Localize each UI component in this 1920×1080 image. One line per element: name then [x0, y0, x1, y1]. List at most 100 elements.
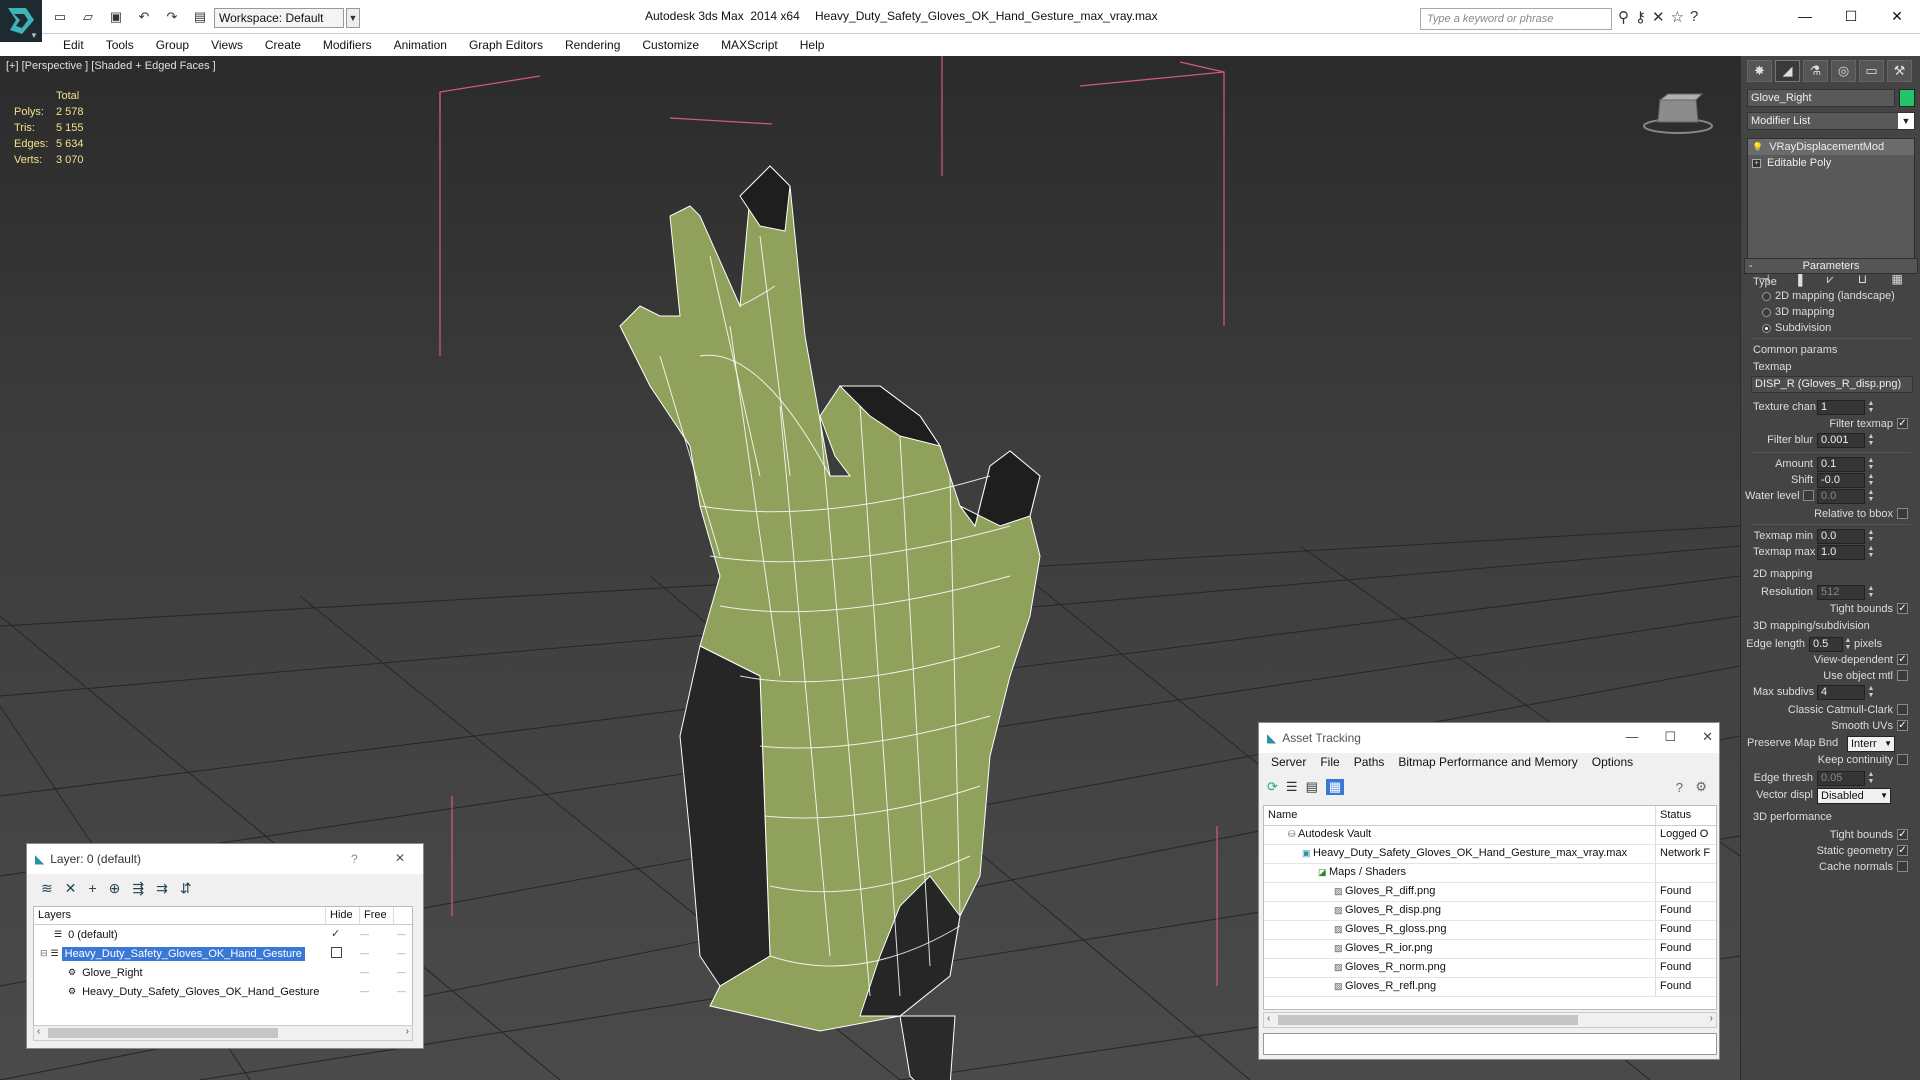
texture-chan-spinner[interactable]: 1: [1817, 400, 1865, 415]
resolution-spinner[interactable]: 512: [1817, 585, 1865, 600]
filter-blur-spinner[interactable]: 0.001: [1817, 433, 1865, 448]
hide-toggle[interactable]: —: [360, 929, 372, 939]
texmap-button[interactable]: DISP_R (Gloves_R_disp.png): [1751, 376, 1913, 393]
workspace-menu-arrow[interactable]: ▼: [346, 8, 360, 28]
utilities-tab-icon[interactable]: ⚒: [1887, 60, 1912, 82]
asset-row[interactable]: ◪ Maps / Shaders: [1264, 864, 1716, 883]
maximize-icon[interactable]: ☐: [1664, 729, 1676, 745]
key-icon[interactable]: ⚷: [1635, 8, 1646, 26]
freeze-toggle[interactable]: —: [397, 967, 409, 977]
tool-help-icon[interactable]: ⚙: [1695, 779, 1707, 795]
modifier-list-dropdown[interactable]: Modifier List ▼: [1747, 112, 1915, 130]
layer-row[interactable]: ⚙ Heavy_Duty_Safety_Gloves_OK_Hand_Gestu…: [34, 982, 412, 1001]
amount-spinner[interactable]: 0.1: [1817, 457, 1865, 472]
menu-customize[interactable]: Customize: [631, 34, 710, 56]
collapse-icon[interactable]: ⊟: [40, 948, 48, 959]
highlight-layer-icon[interactable]: ⇉: [156, 880, 168, 897]
object-name-field[interactable]: Glove_Right: [1747, 89, 1895, 107]
minimize-button[interactable]: —: [1782, 0, 1828, 32]
create-layer-icon[interactable]: +: [88, 880, 96, 896]
layer-explorer-titlebar[interactable]: ◣ Layer: 0 (default) ? ✕: [27, 844, 423, 874]
details-view-icon[interactable]: ▤: [1306, 779, 1318, 795]
column-layers[interactable]: Layers: [34, 907, 326, 924]
asset-path-field[interactable]: [1263, 1033, 1717, 1055]
hide-toggle[interactable]: —: [360, 986, 372, 996]
water-level-spinner[interactable]: 0.0: [1817, 489, 1865, 504]
parameters-rollout-header[interactable]: - Parameters: [1744, 258, 1918, 274]
scroll-left-icon[interactable]: ‹: [37, 1026, 40, 1037]
tight-bounds-perf-checkbox[interactable]: ✓: [1897, 829, 1908, 840]
active-layer-box-icon[interactable]: [331, 947, 342, 958]
binoculars-icon[interactable]: ⚲: [1618, 8, 1629, 26]
asset-horizontal-scrollbar[interactable]: ‹ ›: [1263, 1012, 1717, 1028]
spinner-arrows-icon[interactable]: ▲ ▼: [1867, 585, 1875, 600]
column-status[interactable]: Status: [1656, 806, 1695, 825]
freeze-toggle[interactable]: —: [397, 986, 409, 996]
menu-help[interactable]: Help: [789, 34, 836, 56]
menu-create[interactable]: Create: [254, 34, 312, 56]
texmap-min-spinner[interactable]: 0.0: [1817, 529, 1865, 544]
asset-row[interactable]: ⛁ Autodesk Vault Logged O: [1264, 826, 1716, 845]
create-tab-icon[interactable]: ✸: [1747, 60, 1772, 82]
menu-animation[interactable]: Animation: [383, 34, 458, 56]
column-name[interactable]: Name: [1264, 806, 1656, 825]
menu-edit[interactable]: Edit: [52, 34, 95, 56]
table-view-icon[interactable]: ▦: [1325, 779, 1345, 795]
spinner-arrows-icon[interactable]: ▲ ▼: [1867, 545, 1875, 560]
asset-menu-bitmap[interactable]: Bitmap Performance and Memory: [1392, 753, 1585, 773]
keep-continuity-checkbox[interactable]: [1897, 754, 1908, 765]
layer-row[interactable]: ☰ 0 (default) ✓ — —: [34, 925, 412, 944]
exchange-icon[interactable]: ✕: [1652, 8, 1665, 26]
spinner-arrows-icon[interactable]: ▲ ▼: [1867, 433, 1875, 448]
asset-menu-paths[interactable]: Paths: [1348, 753, 1393, 773]
spinner-arrows-icon[interactable]: ▲ ▼: [1867, 473, 1875, 488]
asset-row[interactable]: ▨ Gloves_R_ior.png Found: [1264, 940, 1716, 959]
spinner-arrows-icon[interactable]: ▲ ▼: [1867, 529, 1875, 544]
spinner-arrows-icon[interactable]: ▲ ▼: [1867, 400, 1875, 415]
relative-bbox-checkbox[interactable]: [1897, 508, 1908, 519]
workspace-dropdown[interactable]: Workspace: Default: [214, 8, 344, 28]
modify-tab-icon[interactable]: ◢: [1775, 60, 1800, 82]
new-file-icon[interactable]: ▭: [48, 7, 72, 27]
spinner-arrows-icon[interactable]: ▲ ▼: [1867, 771, 1875, 786]
minimize-icon[interactable]: —: [1625, 729, 1638, 745]
hide-toggle[interactable]: —: [360, 967, 372, 977]
radio-3d-mapping[interactable]: [1762, 308, 1771, 317]
menu-tools[interactable]: Tools: [95, 34, 145, 56]
layer-filter-icon[interactable]: ≋: [41, 880, 53, 897]
view-dependent-checkbox[interactable]: ✓: [1897, 654, 1908, 665]
layer-object-name[interactable]: Glove_Right: [79, 966, 146, 980]
project-folder-icon[interactable]: ▤: [188, 7, 212, 27]
menu-maxscript[interactable]: MAXScript: [710, 34, 789, 56]
asset-row[interactable]: ▨ Gloves_R_norm.png Found: [1264, 959, 1716, 978]
radio-subdivision[interactable]: [1762, 324, 1771, 333]
scrollbar-thumb[interactable]: [1278, 1015, 1578, 1025]
select-in-layer-icon[interactable]: ⇶: [132, 880, 144, 897]
stack-item-vray-displacement[interactable]: 💡 VRayDisplacementMod: [1748, 139, 1914, 155]
asset-row[interactable]: ▨ Gloves_R_refl.png Found: [1264, 978, 1716, 997]
menu-graph-editors[interactable]: Graph Editors: [458, 34, 554, 56]
scroll-right-icon[interactable]: ›: [406, 1026, 409, 1037]
close-icon[interactable]: ✕: [395, 851, 405, 865]
expand-icon[interactable]: +: [1752, 158, 1761, 168]
add-to-layer-icon[interactable]: ⊕: [109, 880, 121, 897]
preserve-map-bnd-dropdown[interactable]: Interr ▼: [1847, 736, 1895, 752]
layer-horizontal-scrollbar[interactable]: ‹ ›: [33, 1025, 413, 1041]
max-subdivs-spinner[interactable]: 4: [1817, 685, 1865, 700]
undo-icon[interactable]: ↶: [132, 7, 156, 27]
asset-row[interactable]: ▨ Gloves_R_diff.png Found: [1264, 883, 1716, 902]
layer-object-name[interactable]: Heavy_Duty_Safety_Gloves_OK_Hand_Gesture: [79, 985, 322, 999]
scroll-right-icon[interactable]: ›: [1710, 1013, 1713, 1024]
search-input[interactable]: Type a keyword or phrase: [1420, 8, 1612, 30]
motion-tab-icon[interactable]: ◎: [1831, 60, 1856, 82]
tight-bounds-checkbox[interactable]: ✓: [1897, 603, 1908, 614]
active-layer-check-icon[interactable]: ✓: [331, 927, 340, 940]
scrollbar-thumb[interactable]: [48, 1028, 278, 1038]
asset-row[interactable]: ▣ Heavy_Duty_Safety_Gloves_OK_Hand_Gestu…: [1264, 845, 1716, 864]
asset-row[interactable]: ▨ Gloves_R_gloss.png Found: [1264, 921, 1716, 940]
open-file-icon[interactable]: ▱: [76, 7, 100, 27]
edge-thresh-spinner[interactable]: 0.05: [1817, 771, 1865, 786]
layer-name[interactable]: 0 (default): [65, 928, 121, 942]
stack-item-editable-poly[interactable]: + Editable Poly: [1748, 155, 1914, 171]
use-object-mtl-checkbox[interactable]: [1897, 670, 1908, 681]
